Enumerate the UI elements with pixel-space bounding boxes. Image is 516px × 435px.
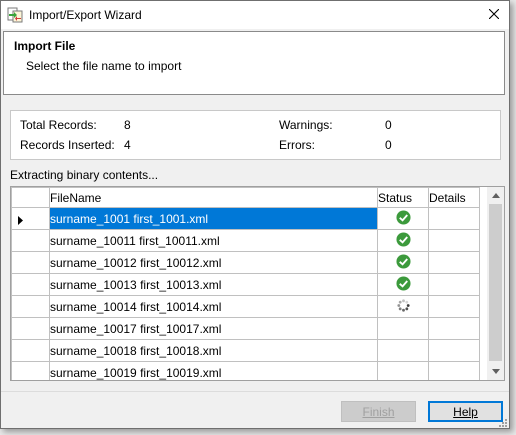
filename-cell[interactable]: surname_10014 first_10014.xml — [49, 295, 378, 318]
vertical-scrollbar[interactable] — [487, 187, 504, 380]
table-row[interactable]: surname_10011 first_10011.xml — [11, 229, 480, 252]
filename-cell[interactable]: surname_1001 first_1001.xml — [49, 207, 378, 230]
title-bar: Import/Export Wizard — [1, 1, 509, 29]
finish-button-label: Finish — [362, 404, 395, 419]
column-header-filename[interactable]: FileName — [49, 187, 378, 208]
filename-cell[interactable]: surname_10019 first_10019.xml — [49, 361, 378, 380]
total-records-value: 8 — [124, 118, 131, 132]
row-indicator-header — [11, 187, 50, 208]
close-icon — [488, 8, 500, 22]
current-row-icon — [18, 214, 23, 228]
details-cell[interactable] — [428, 317, 480, 340]
status-cell — [377, 207, 429, 230]
table-header-row: FileName Status Details — [11, 187, 480, 208]
filename-cell[interactable]: surname_10011 first_10011.xml — [49, 229, 378, 252]
status-cell — [377, 229, 429, 252]
details-cell[interactable] — [428, 251, 480, 274]
status-cell — [377, 273, 429, 296]
status-cell — [377, 295, 429, 318]
help-button[interactable]: Help — [428, 401, 503, 422]
column-header-status[interactable]: Status — [377, 187, 429, 208]
table-row[interactable]: surname_10017 first_10017.xml — [11, 317, 480, 340]
loading-spinner-icon — [396, 298, 411, 316]
row-indicator[interactable] — [11, 251, 50, 274]
table-row[interactable]: surname_10019 first_10019.xml — [11, 361, 480, 380]
close-button[interactable] — [479, 1, 509, 29]
records-inserted-label: Records Inserted: — [20, 138, 115, 152]
table-row[interactable]: surname_10014 first_10014.xml — [11, 295, 480, 318]
status-cell — [377, 251, 429, 274]
details-cell[interactable] — [428, 273, 480, 296]
total-records-label: Total Records: — [20, 118, 97, 132]
details-cell[interactable] — [428, 229, 480, 252]
scroll-down-icon[interactable] — [487, 363, 504, 380]
details-cell[interactable] — [428, 295, 480, 318]
status-cell — [377, 339, 429, 362]
records-inserted-value: 4 — [124, 138, 131, 152]
stats-panel: Total Records: 8 Records Inserted: 4 War… — [10, 110, 501, 160]
import-export-icon — [7, 7, 23, 23]
row-indicator[interactable] — [11, 317, 50, 340]
check-icon — [395, 209, 411, 228]
details-cell[interactable] — [428, 207, 480, 230]
scrollbar-thumb[interactable] — [489, 204, 502, 361]
file-table: FileName Status Details surname_1001 fir… — [11, 187, 480, 380]
row-indicator[interactable] — [11, 273, 50, 296]
status-cell — [377, 361, 429, 380]
table-row[interactable]: surname_10012 first_10012.xml — [11, 251, 480, 274]
filename-cell[interactable]: surname_10013 first_10013.xml — [49, 273, 378, 296]
check-icon — [395, 275, 411, 294]
import-export-wizard-window: Import/Export Wizard Import File Select … — [0, 0, 510, 429]
column-header-details[interactable]: Details — [428, 187, 480, 208]
row-indicator[interactable] — [11, 339, 50, 362]
scroll-up-icon[interactable] — [487, 187, 504, 204]
file-grid[interactable]: FileName Status Details surname_1001 fir… — [10, 186, 505, 381]
wizard-header: Import File Select the file name to impo… — [3, 31, 505, 95]
status-cell — [377, 317, 429, 340]
footer-divider — [1, 391, 509, 392]
errors-value: 0 — [385, 138, 392, 152]
row-indicator[interactable] — [11, 295, 50, 318]
errors-label: Errors: — [279, 138, 315, 152]
details-cell[interactable] — [428, 339, 480, 362]
filename-cell[interactable]: surname_10017 first_10017.xml — [49, 317, 378, 340]
details-cell[interactable] — [428, 361, 480, 380]
row-indicator[interactable] — [11, 207, 50, 230]
row-indicator[interactable] — [11, 229, 50, 252]
check-icon — [395, 253, 411, 272]
table-row[interactable]: surname_1001 first_1001.xml — [11, 207, 480, 230]
progress-status-text: Extracting binary contents... — [10, 168, 159, 182]
table-row[interactable]: surname_10013 first_10013.xml — [11, 273, 480, 296]
table-row[interactable]: surname_10018 first_10018.xml — [11, 339, 480, 362]
header-title: Import File — [14, 39, 76, 53]
finish-button[interactable]: Finish — [341, 401, 416, 422]
window-title: Import/Export Wizard — [29, 8, 142, 22]
row-indicator[interactable] — [11, 361, 50, 380]
resize-grip-icon[interactable] — [497, 416, 507, 427]
filename-cell[interactable]: surname_10012 first_10012.xml — [49, 251, 378, 274]
check-icon — [395, 231, 411, 250]
header-subtitle: Select the file name to import — [26, 59, 182, 73]
filename-cell[interactable]: surname_10018 first_10018.xml — [49, 339, 378, 362]
help-button-label: Help — [453, 404, 478, 419]
warnings-value: 0 — [385, 118, 392, 132]
warnings-label: Warnings: — [279, 118, 333, 132]
